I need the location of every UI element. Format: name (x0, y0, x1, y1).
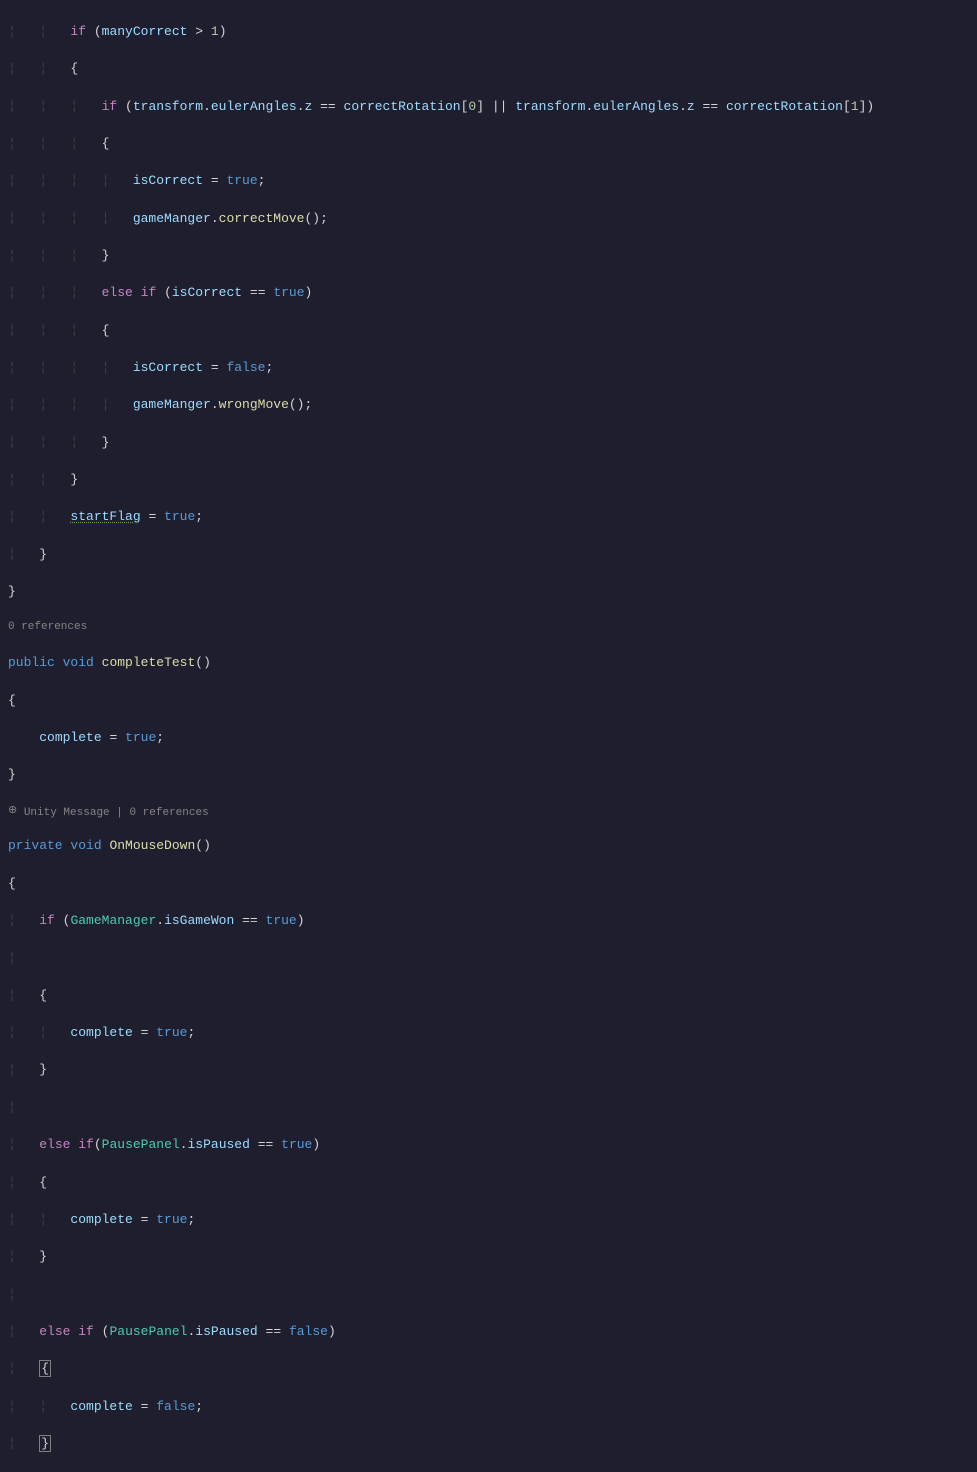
code-line[interactable]: ¦ } (8, 1435, 977, 1454)
code-line[interactable]: ¦ ¦ ¦ ¦ isCorrect = false; (8, 359, 977, 378)
code-editor[interactable]: ¦ ¦ if (manyCorrect > 1) ¦ ¦ { ¦ ¦ ¦ if … (8, 4, 977, 1472)
code-line[interactable]: ¦ { (8, 987, 977, 1006)
code-line[interactable]: ¦ (8, 1099, 977, 1118)
code-line[interactable]: } (8, 583, 977, 602)
keyword-if: if (70, 24, 86, 39)
code-line[interactable]: ¦ ¦ ¦ if (transform.eulerAngles.z == cor… (8, 98, 977, 117)
code-line[interactable]: ¦ ¦ complete = false; (8, 1398, 977, 1417)
code-line[interactable]: ¦ ¦ startFlag = true; (8, 508, 977, 527)
code-line[interactable]: ¦ ¦ ¦ } (8, 247, 977, 266)
code-line[interactable]: ¦ ¦ ¦ { (8, 322, 977, 341)
code-line[interactable]: ¦ ¦ ¦ { (8, 135, 977, 154)
code-line[interactable]: ¦ ¦ ¦ ¦ gameManger.correctMove(); (8, 210, 977, 229)
code-line[interactable]: ¦ ¦ } (8, 471, 977, 490)
code-line[interactable]: ¦ ¦ ¦ ¦ gameManger.wrongMove(); (8, 396, 977, 415)
code-line[interactable]: ¦ { (8, 1174, 977, 1193)
code-line[interactable]: ¦ else if(PausePanel.isPaused == true) (8, 1136, 977, 1155)
code-line[interactable]: ¦ { (8, 1360, 977, 1379)
code-line[interactable]: } (8, 766, 977, 785)
code-line[interactable]: ¦ else if (PausePanel.isPaused == false) (8, 1323, 977, 1342)
code-line[interactable]: ¦ } (8, 546, 977, 565)
code-line[interactable]: ¦ ¦ ¦ ¦ isCorrect = true; (8, 172, 977, 191)
code-line[interactable]: ¦ ¦ { (8, 60, 977, 79)
code-line[interactable]: ¦ (8, 949, 977, 968)
code-line[interactable]: ¦ if (GameManager.isGameWon == true) (8, 912, 977, 931)
unity-icon: ⊕ (8, 804, 17, 820)
code-line[interactable]: ¦ ¦ if (manyCorrect > 1) (8, 23, 977, 42)
codelens-references[interactable]: 0 references (8, 620, 977, 635)
code-line[interactable]: ¦ (8, 1286, 977, 1305)
code-line[interactable]: ¦ ¦ complete = true; (8, 1211, 977, 1230)
code-line[interactable]: ¦ ¦ ¦ else if (isCorrect == true) (8, 284, 977, 303)
code-line[interactable]: { (8, 692, 977, 711)
codelens-unity-message[interactable]: ⊕ Unity Message | 0 references (8, 804, 977, 819)
code-line[interactable]: ¦ } (8, 1248, 977, 1267)
code-line[interactable]: { (8, 875, 977, 894)
code-line[interactable]: ¦ } (8, 1061, 977, 1080)
code-line[interactable]: ¦ ¦ ¦ } (8, 434, 977, 453)
code-line[interactable]: ¦ ¦ complete = true; (8, 1024, 977, 1043)
code-line[interactable]: public void completeTest() (8, 654, 977, 673)
code-line[interactable]: private void OnMouseDown() (8, 837, 977, 856)
cursor-position: } (39, 1435, 51, 1452)
